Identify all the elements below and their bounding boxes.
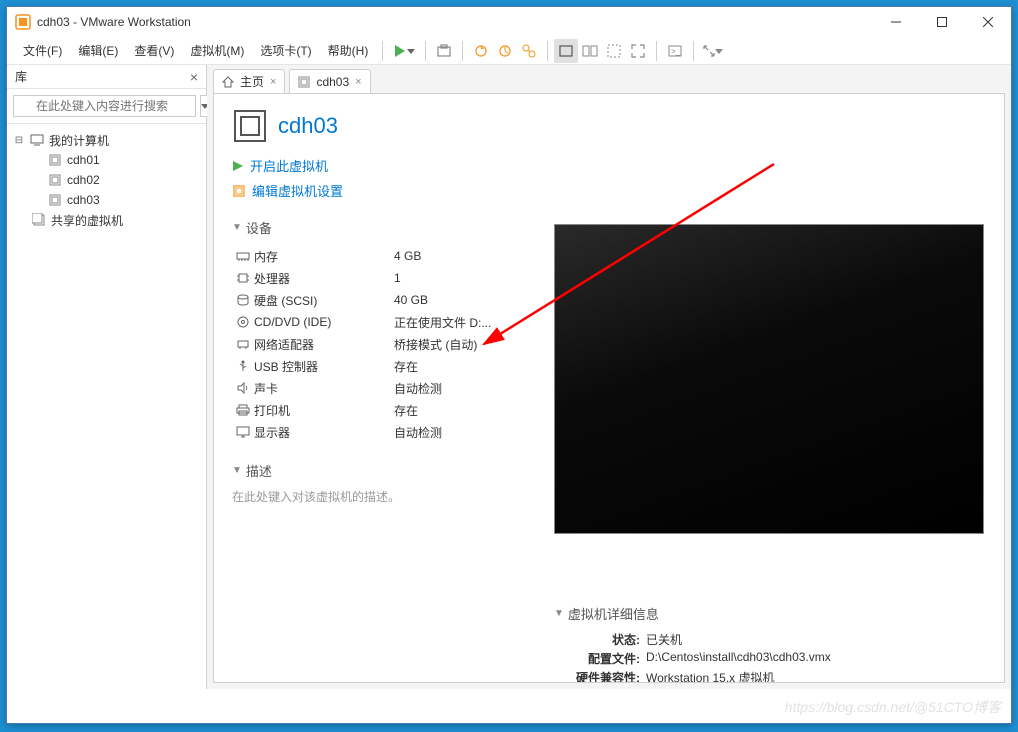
- console-button[interactable]: >_: [663, 39, 687, 63]
- vm-icon: [47, 192, 63, 208]
- menu-vm[interactable]: 虚拟机(M): [182, 38, 252, 63]
- sidebar: 库 × ⊟ 我的计算机 cdh01: [7, 65, 207, 689]
- unity-button[interactable]: [602, 39, 626, 63]
- computer-icon: [29, 132, 45, 148]
- close-button[interactable]: [965, 7, 1011, 37]
- snapshot-manage-button[interactable]: [517, 39, 541, 63]
- play-icon: [232, 160, 244, 172]
- maximize-button[interactable]: [919, 7, 965, 37]
- tree-shared-vms[interactable]: 共享的虚拟机: [7, 210, 206, 230]
- device-network[interactable]: 网络适配器桥接模式 (自动): [232, 333, 522, 355]
- tab-home[interactable]: 主页 ×: [213, 69, 285, 93]
- sound-icon: [232, 381, 254, 395]
- play-icon: [393, 44, 407, 58]
- view-multi-button[interactable]: [578, 39, 602, 63]
- search-input[interactable]: [13, 95, 196, 117]
- shared-icon: [31, 212, 47, 228]
- edit-settings-link[interactable]: 编辑虚拟机设置: [232, 181, 986, 200]
- device-sound[interactable]: 声卡自动检测: [232, 377, 522, 399]
- menu-file[interactable]: 文件(F): [15, 38, 70, 63]
- device-usb[interactable]: USB 控制器存在: [232, 355, 522, 377]
- minimize-button[interactable]: [873, 7, 919, 37]
- snapshot-button[interactable]: [432, 39, 456, 63]
- tree-vm-cdh03[interactable]: cdh03: [7, 190, 206, 210]
- svg-text:>_: >_: [671, 47, 681, 56]
- library-tree: ⊟ 我的计算机 cdh01 cdh02 cdh03: [7, 124, 206, 689]
- tab-vm-cdh03[interactable]: cdh03 ×: [289, 69, 370, 93]
- printer-icon: [232, 403, 254, 417]
- device-cpu[interactable]: 处理器1: [232, 267, 522, 289]
- device-printer[interactable]: 打印机存在: [232, 399, 522, 421]
- home-icon: [222, 76, 234, 88]
- app-icon: [15, 14, 31, 30]
- vm-large-icon: [232, 108, 268, 144]
- vm-icon: [298, 76, 310, 88]
- detail-compat: Workstation 15.x 虚拟机: [646, 669, 984, 683]
- menu-view[interactable]: 查看(V): [126, 38, 182, 63]
- vm-icon: [47, 152, 63, 168]
- device-cd[interactable]: CD/DVD (IDE)正在使用文件 D:...: [232, 311, 522, 333]
- view-single-button[interactable]: [554, 39, 578, 63]
- vm-icon: [47, 172, 63, 188]
- disk-icon: [232, 293, 254, 307]
- dropdown-icon: [407, 47, 415, 55]
- revert-button[interactable]: [469, 39, 493, 63]
- device-memory[interactable]: 内存4 GB: [232, 245, 522, 267]
- menu-help[interactable]: 帮助(H): [320, 38, 377, 63]
- memory-icon: [232, 249, 254, 263]
- snapshot-take-button[interactable]: [493, 39, 517, 63]
- network-icon: [232, 337, 254, 351]
- power-on-button[interactable]: [389, 42, 419, 60]
- fullscreen-button[interactable]: [626, 39, 650, 63]
- cd-icon: [232, 315, 254, 329]
- details-header[interactable]: ▼虚拟机详细信息: [554, 604, 984, 623]
- menu-tabs[interactable]: 选项卡(T): [252, 38, 319, 63]
- menu-edit[interactable]: 编辑(E): [70, 38, 126, 63]
- cpu-icon: [232, 271, 254, 285]
- detail-config-file: D:\Centos\install\cdh03\cdh03.vmx: [646, 650, 984, 667]
- sidebar-title: 库: [15, 68, 190, 85]
- tab-close-icon[interactable]: ×: [355, 76, 361, 88]
- usb-icon: [232, 359, 254, 373]
- display-icon: [232, 425, 254, 439]
- vm-name: cdh03: [278, 113, 338, 139]
- devices-table: 内存4 GB 处理器1 硬盘 (SCSI)40 GB CD/DVD (IDE)正…: [232, 245, 522, 443]
- sidebar-close-button[interactable]: ×: [190, 69, 198, 85]
- tree-vm-cdh01[interactable]: cdh01: [7, 150, 206, 170]
- tabbar: 主页 × cdh03 ×: [207, 65, 1011, 93]
- detail-status: 已关机: [646, 631, 984, 648]
- vm-screen-preview[interactable]: [554, 224, 984, 534]
- tab-close-icon[interactable]: ×: [270, 76, 276, 88]
- vm-details-panel: ▼虚拟机详细信息 状态:已关机 配置文件:D:\Centos\install\c…: [554, 604, 984, 683]
- power-on-link[interactable]: 开启此虚拟机: [232, 156, 986, 175]
- app-window: cdh03 - VMware Workstation 文件(F) 编辑(E) 查…: [6, 6, 1012, 724]
- window-title: cdh03 - VMware Workstation: [37, 15, 873, 29]
- main-area: 主页 × cdh03 × cdh03 开启此虚拟机: [207, 65, 1011, 689]
- tree-vm-cdh02[interactable]: cdh02: [7, 170, 206, 190]
- settings-icon: [232, 184, 246, 198]
- titlebar: cdh03 - VMware Workstation: [7, 7, 1011, 37]
- vm-summary-panel: cdh03 开启此虚拟机 编辑虚拟机设置 ▼设备 内存4 GB 处理器1 硬盘 …: [213, 93, 1005, 683]
- watermark: https://blog.csdn.net/@51CTO博客: [785, 697, 1001, 717]
- stretch-button[interactable]: [700, 39, 724, 63]
- tree-my-computer[interactable]: ⊟ 我的计算机: [7, 130, 206, 150]
- device-disk[interactable]: 硬盘 (SCSI)40 GB: [232, 289, 522, 311]
- menubar: 文件(F) 编辑(E) 查看(V) 虚拟机(M) 选项卡(T) 帮助(H) >_: [7, 37, 1011, 65]
- device-display[interactable]: 显示器自动检测: [232, 421, 522, 443]
